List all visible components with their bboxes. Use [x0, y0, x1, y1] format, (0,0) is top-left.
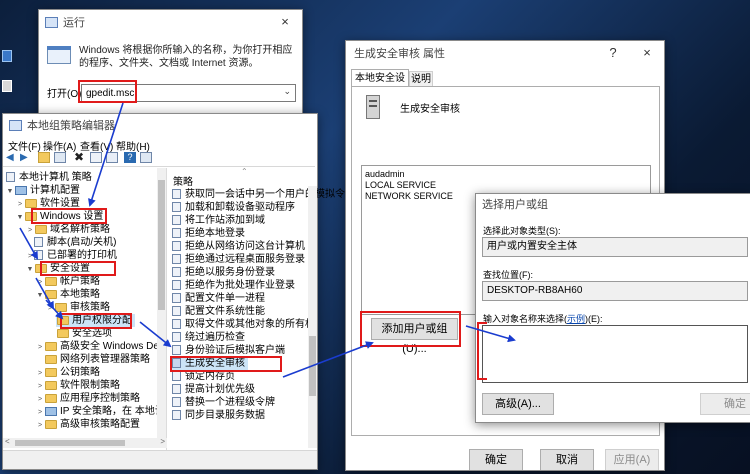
- arrow-security-to-local: [35, 277, 54, 310]
- arrow-run-to-windows: [88, 102, 124, 207]
- arrow-userrights-to-policy: [139, 321, 172, 348]
- annotation-arrows: [19, 102, 516, 378]
- arrow-add-to-input: [465, 325, 516, 343]
- arrow-local-to-userrights: [45, 299, 64, 320]
- arrow-windows-to-security: [19, 227, 38, 260]
- arrow-policy-to-add: [282, 341, 374, 378]
